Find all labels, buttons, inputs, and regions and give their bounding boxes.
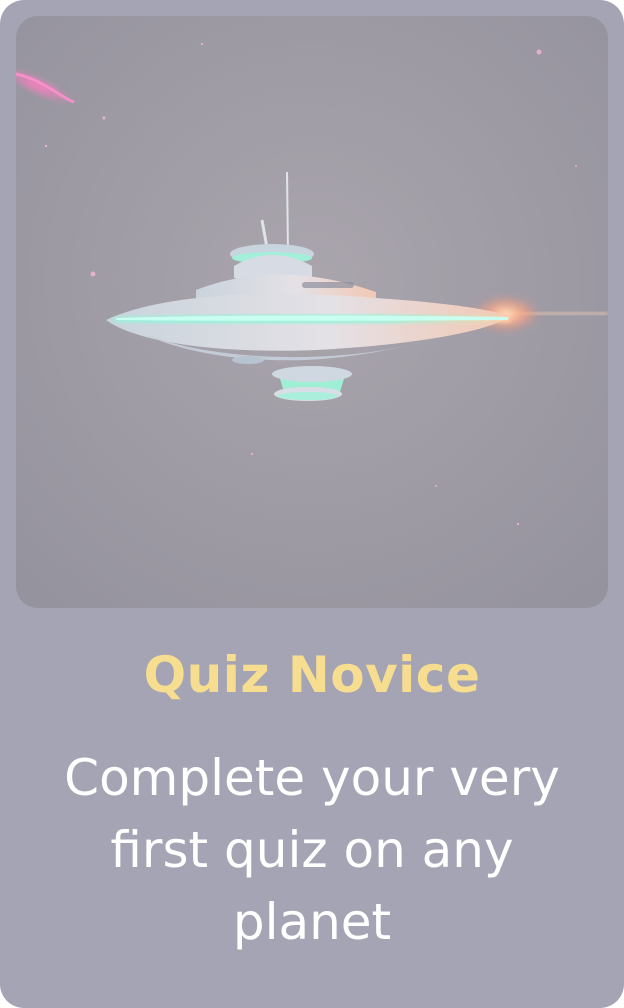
spaceship-illustration bbox=[16, 16, 608, 608]
achievement-title: Quiz Novice bbox=[143, 646, 481, 704]
achievement-image bbox=[16, 16, 608, 608]
achievement-card: Quiz Novice Complete your very first qui… bbox=[0, 0, 624, 1008]
achievement-description: Complete your very first quiz on any pla… bbox=[64, 749, 560, 951]
